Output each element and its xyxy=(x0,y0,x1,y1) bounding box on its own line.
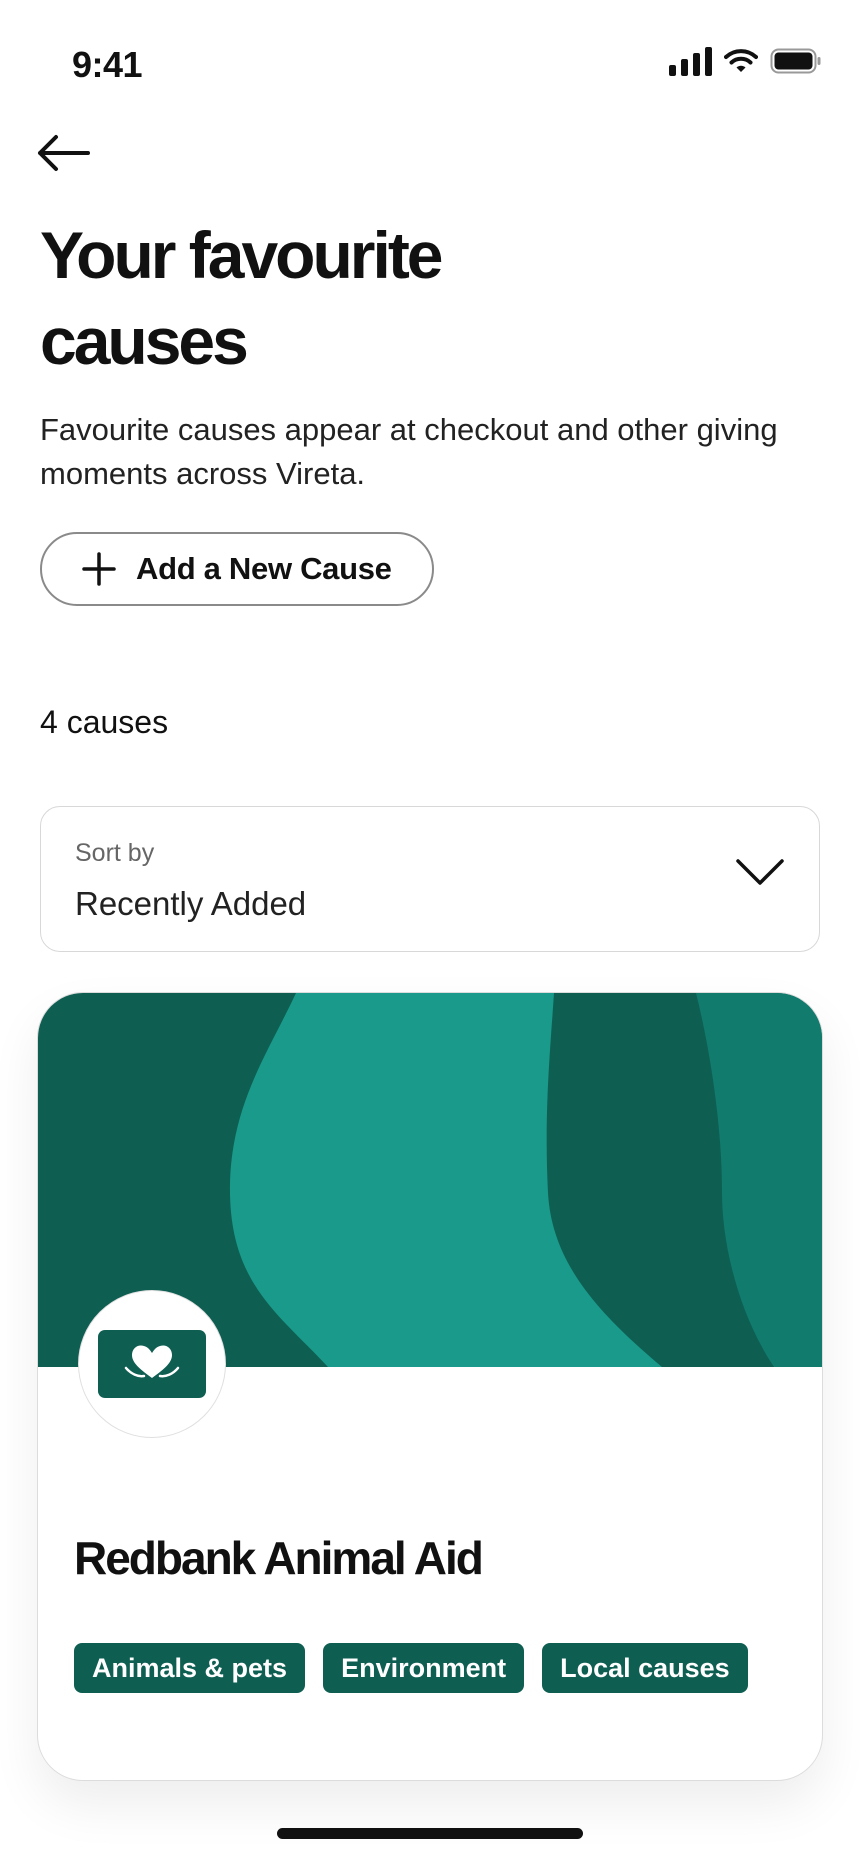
add-cause-button[interactable]: Add a New Cause xyxy=(40,532,434,606)
sort-label: Sort by xyxy=(75,839,155,867)
status-bar: 9:41 xyxy=(0,0,860,130)
sort-select[interactable]: Sort by Recently Added xyxy=(40,806,820,952)
tag-animals-pets: Animals & pets xyxy=(74,1643,306,1693)
sort-value: Recently Added xyxy=(75,885,307,922)
cause-count: 4 causes xyxy=(40,704,169,740)
plus-icon xyxy=(82,552,116,586)
cause-name: Redbank Animal Aid xyxy=(74,1532,484,1584)
back-button[interactable] xyxy=(36,126,100,180)
page-title: Your favourite causes xyxy=(40,218,444,378)
wifi-icon xyxy=(724,48,758,74)
status-time: 9:41 xyxy=(72,44,143,85)
status-icons xyxy=(669,46,822,76)
signal-icon xyxy=(669,46,712,76)
chevron-down-icon xyxy=(736,859,784,885)
cause-tags: Animals & pets Environment Local causes xyxy=(74,1643,748,1693)
page-subtitle: Favourite causes appear at checkout and … xyxy=(40,412,778,491)
tag-environment: Environment xyxy=(323,1643,525,1693)
heart-hands-icon xyxy=(98,1330,206,1398)
home-indicator xyxy=(277,1828,583,1839)
add-cause-label: Add a New Cause xyxy=(136,551,392,586)
tag-local-causes: Local causes xyxy=(542,1643,748,1693)
cause-card[interactable]: Redbank Animal Aid Animals & pets Enviro… xyxy=(37,992,823,1781)
cause-logo xyxy=(78,1290,226,1438)
battery-icon xyxy=(770,48,822,74)
arrow-left-icon xyxy=(38,135,90,171)
